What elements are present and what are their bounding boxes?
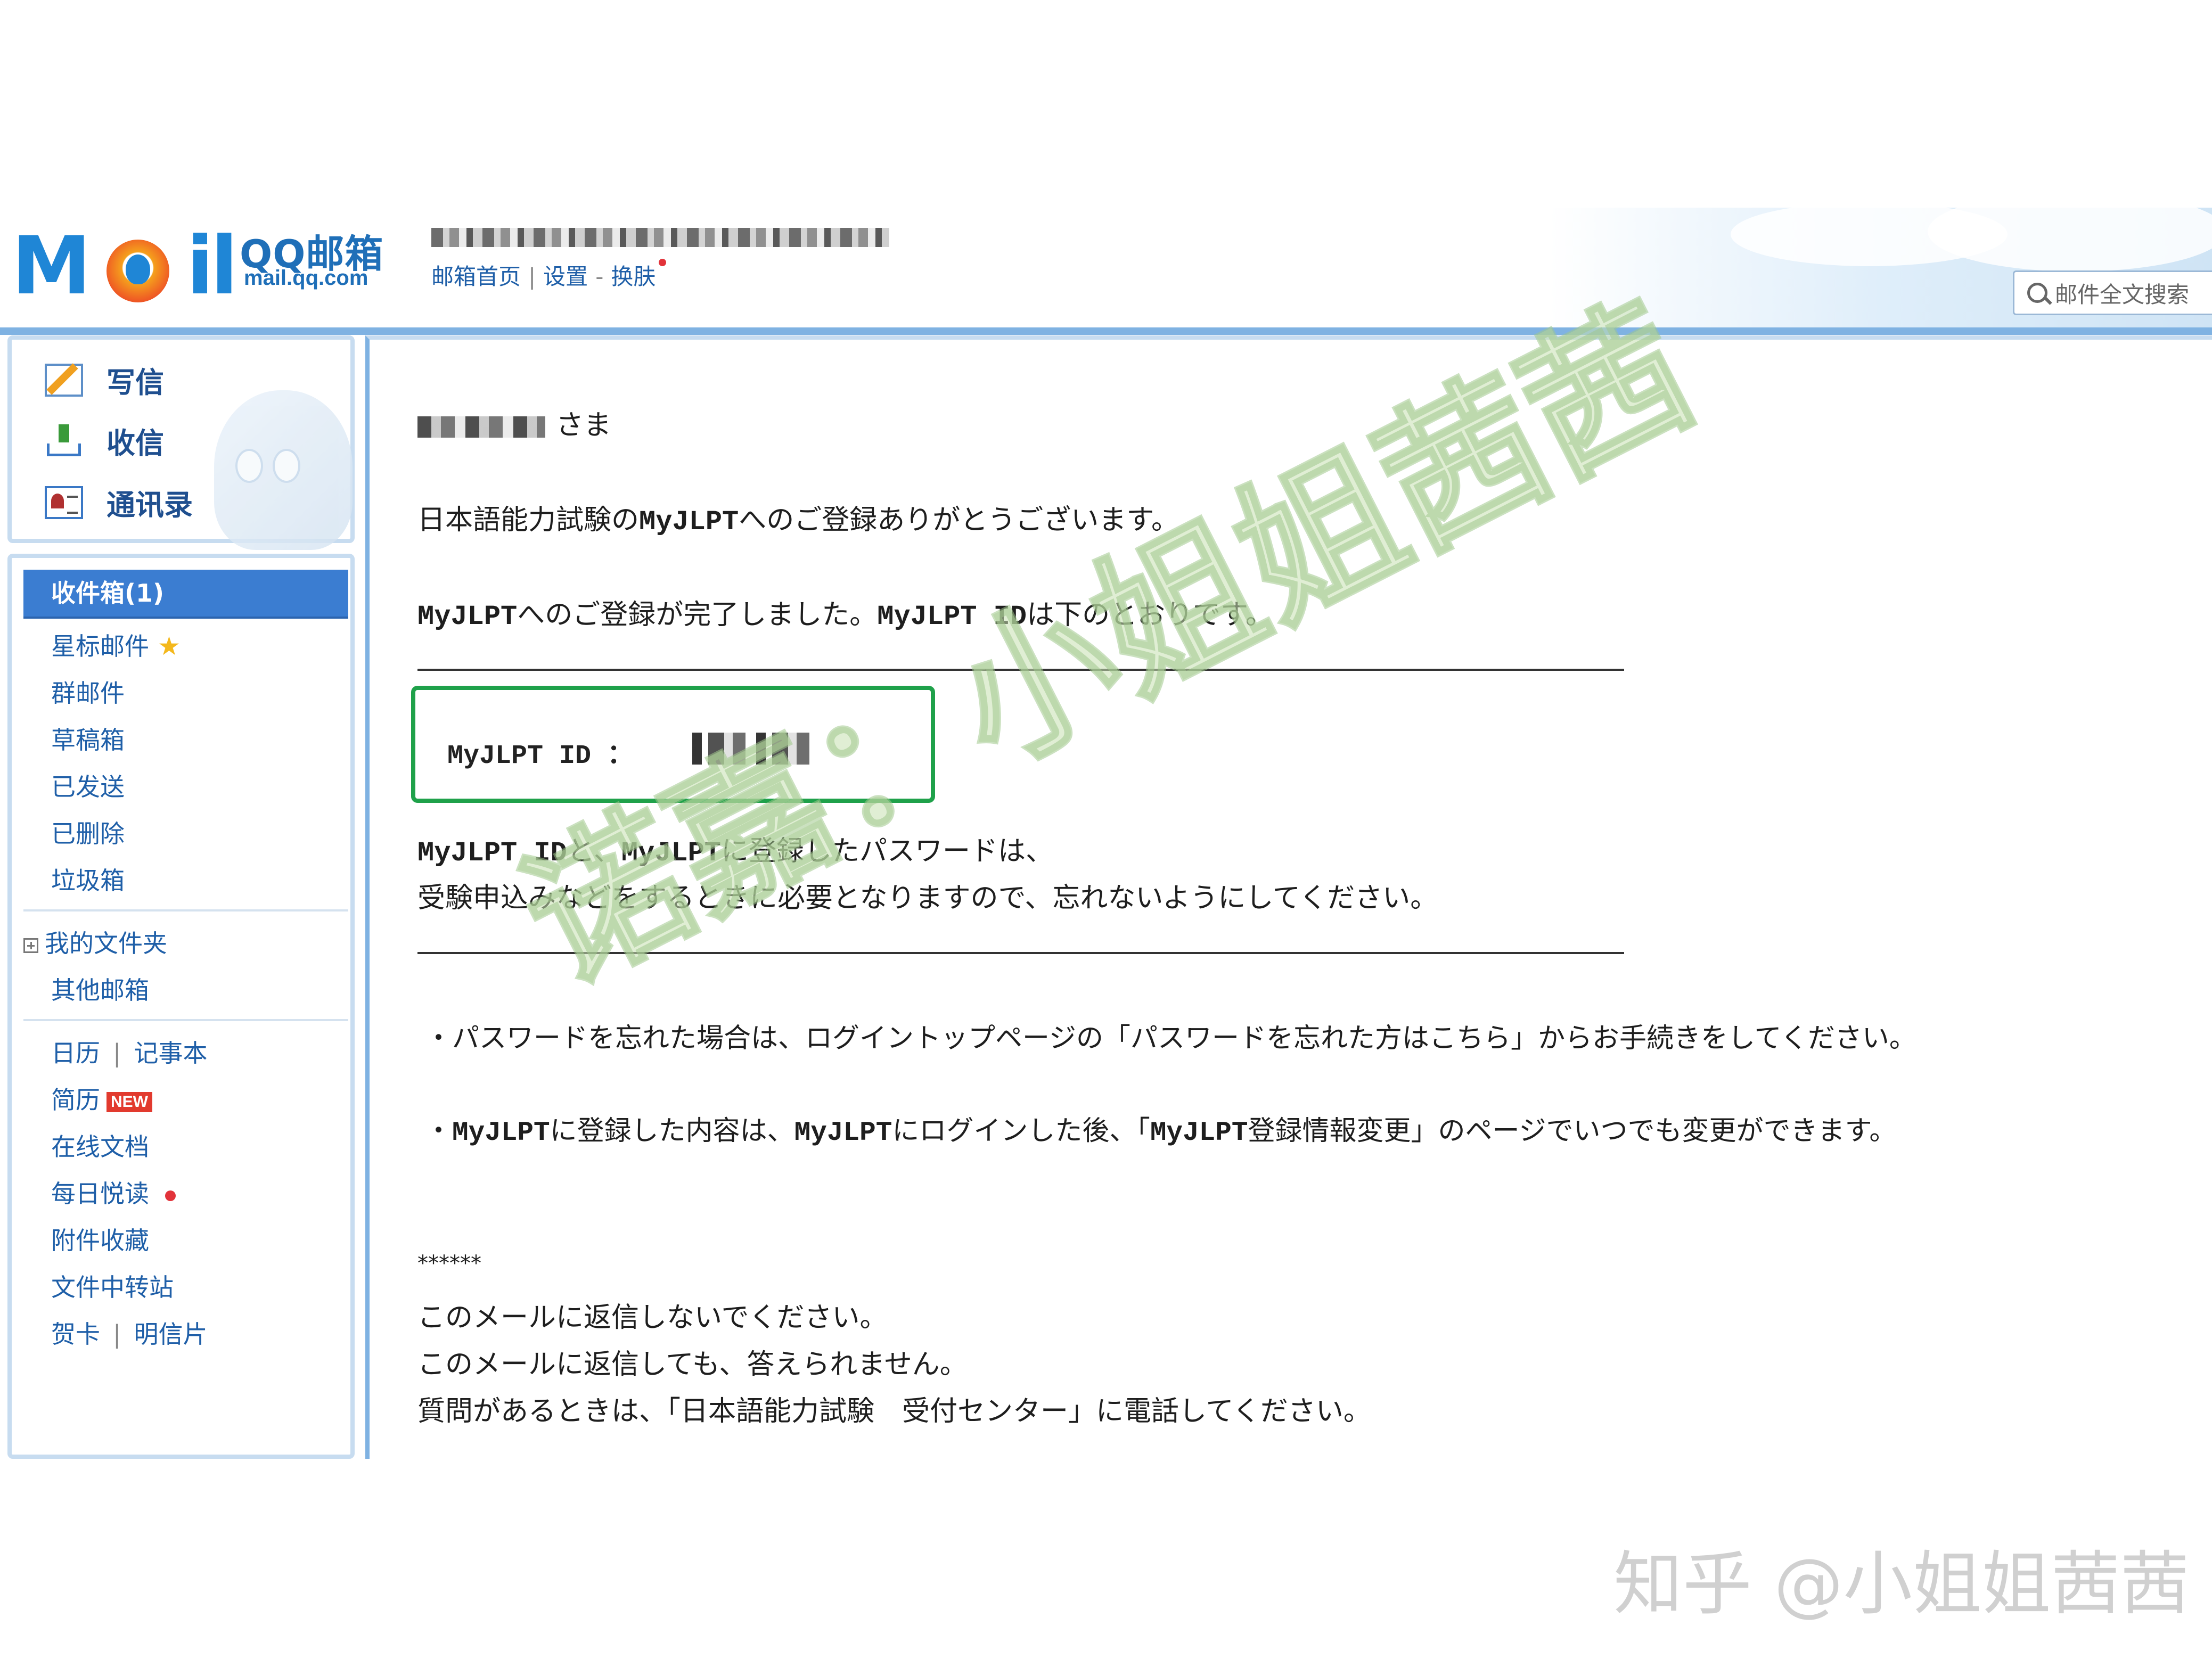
- search-icon: [2027, 283, 2047, 303]
- link-mail-home[interactable]: 邮箱首页: [431, 259, 521, 291]
- footer-line2: このメールに返信しても、答えられません。: [417, 1349, 968, 1381]
- sidebar-item-drafts[interactable]: 草稿箱: [51, 721, 125, 756]
- link-notes[interactable]: 记事本: [134, 1039, 208, 1067]
- footer-line3: 質問があるときは、「日本語能力試験 受付センター」に電話してください。: [417, 1395, 1371, 1427]
- contacts-label: 通讯录: [106, 488, 193, 522]
- link-skin[interactable]: 换肤: [611, 259, 656, 291]
- top-links: 邮箱首页 | 设置 - 换肤: [431, 259, 667, 291]
- link-settings[interactable]: 设置: [543, 259, 588, 291]
- footer-stars: ******: [417, 1251, 481, 1276]
- sidebar-item-file-transfer[interactable]: 文件中转站: [51, 1268, 174, 1303]
- link-greeting-cards[interactable]: 贺卡: [51, 1320, 100, 1349]
- brand-domain: mail.qq.com: [244, 266, 368, 290]
- new-badge: NEW: [106, 1091, 152, 1112]
- redacted-account-name: [431, 228, 889, 247]
- qq-penguin-icon: [106, 240, 169, 302]
- receive-icon: [45, 424, 83, 457]
- receive-button[interactable]: 收信: [45, 420, 164, 462]
- notification-dot: [659, 259, 667, 266]
- starred-label: 星标邮件: [51, 632, 149, 661]
- header-divider: [0, 327, 2212, 335]
- penguin-decoration-icon: [214, 390, 353, 550]
- receive-label: 收信: [106, 426, 164, 460]
- sidebar-item-sent[interactable]: 已发送: [51, 768, 125, 803]
- sidebar-item-resume[interactable]: 简历 NEW: [51, 1081, 152, 1116]
- link-calendar[interactable]: 日历: [51, 1039, 100, 1067]
- sidebar-item-my-folders[interactable]: 我的文件夹: [23, 924, 167, 959]
- sidebar-tools-row-calendar: 日历 | 记事本: [51, 1039, 208, 1067]
- link-postcards[interactable]: 明信片: [134, 1320, 208, 1349]
- sidebar-item-inbox[interactable]: 收件箱(1): [23, 570, 348, 619]
- sidebar-item-starred[interactable]: 星标邮件 ★: [51, 627, 181, 662]
- mail-header: M il QQ邮箱 mail.qq.com 邮箱首页 | 设置 - 换肤 邮件全文搜索: [0, 192, 2212, 330]
- zhihu-credit-watermark: 知乎 @小姐姐茜茜: [1613, 1543, 2190, 1624]
- daily-read-label: 每日悦读: [51, 1179, 149, 1208]
- contacts-button[interactable]: 通讯录: [45, 481, 193, 523]
- redacted-recipient-name: [417, 416, 545, 438]
- sidebar-item-spam[interactable]: 垃圾箱: [51, 861, 125, 897]
- expand-icon[interactable]: [23, 938, 38, 953]
- footer-line1: このメールに返信しないでください。: [417, 1302, 888, 1334]
- sidebar-folders: 收件箱(1) 星标邮件 ★ 群邮件 草稿箱 已发送 已删除 垃圾箱 我的文件夹 其…: [7, 554, 355, 1459]
- qq-mail-logo[interactable]: M il: [12, 224, 238, 309]
- contacts-icon: [45, 486, 83, 519]
- sidebar-actions: 写信 收信 通讯录: [7, 335, 355, 550]
- compose-button[interactable]: 写信: [45, 359, 164, 401]
- search-placeholder: 邮件全文搜索: [2055, 281, 2190, 308]
- bullet-change-info: ・MyJLPTに登録した内容は、MyJLPTにログインした後、「MyJLPT登録…: [425, 1115, 1897, 1148]
- sidebar-divider: [23, 909, 348, 911]
- my-folders-label: 我的文件夹: [45, 929, 167, 958]
- unread-dot: [165, 1190, 176, 1201]
- sidebar-item-deleted[interactable]: 已删除: [51, 815, 125, 850]
- header-cloud: [1928, 192, 2212, 272]
- sidebar-item-other-mailbox[interactable]: 其他邮箱: [51, 971, 149, 1006]
- salutation: さま: [417, 403, 611, 442]
- sidebar-item-online-docs[interactable]: 在线文档: [51, 1128, 149, 1163]
- fulltext-search-input[interactable]: 邮件全文搜索: [2013, 270, 2212, 315]
- bullet-forgot-password: ・パスワードを忘れた場合は、ログイントップページの「パスワードを忘れた方はこちら…: [425, 1023, 1916, 1054]
- sidebar-item-daily-read[interactable]: 每日悦读: [51, 1175, 176, 1210]
- sidebar-item-attachments[interactable]: 附件收藏: [51, 1221, 149, 1256]
- sidebar-divider: [23, 1019, 348, 1021]
- star-icon: ★: [158, 631, 181, 661]
- compose-icon: [45, 363, 83, 397]
- compose-label: 写信: [106, 366, 164, 399]
- sidebar-tools-row-cards: 贺卡 | 明信片: [51, 1320, 208, 1349]
- sidebar-item-group-mail[interactable]: 群邮件: [51, 674, 125, 709]
- resume-label: 简历: [51, 1086, 100, 1114]
